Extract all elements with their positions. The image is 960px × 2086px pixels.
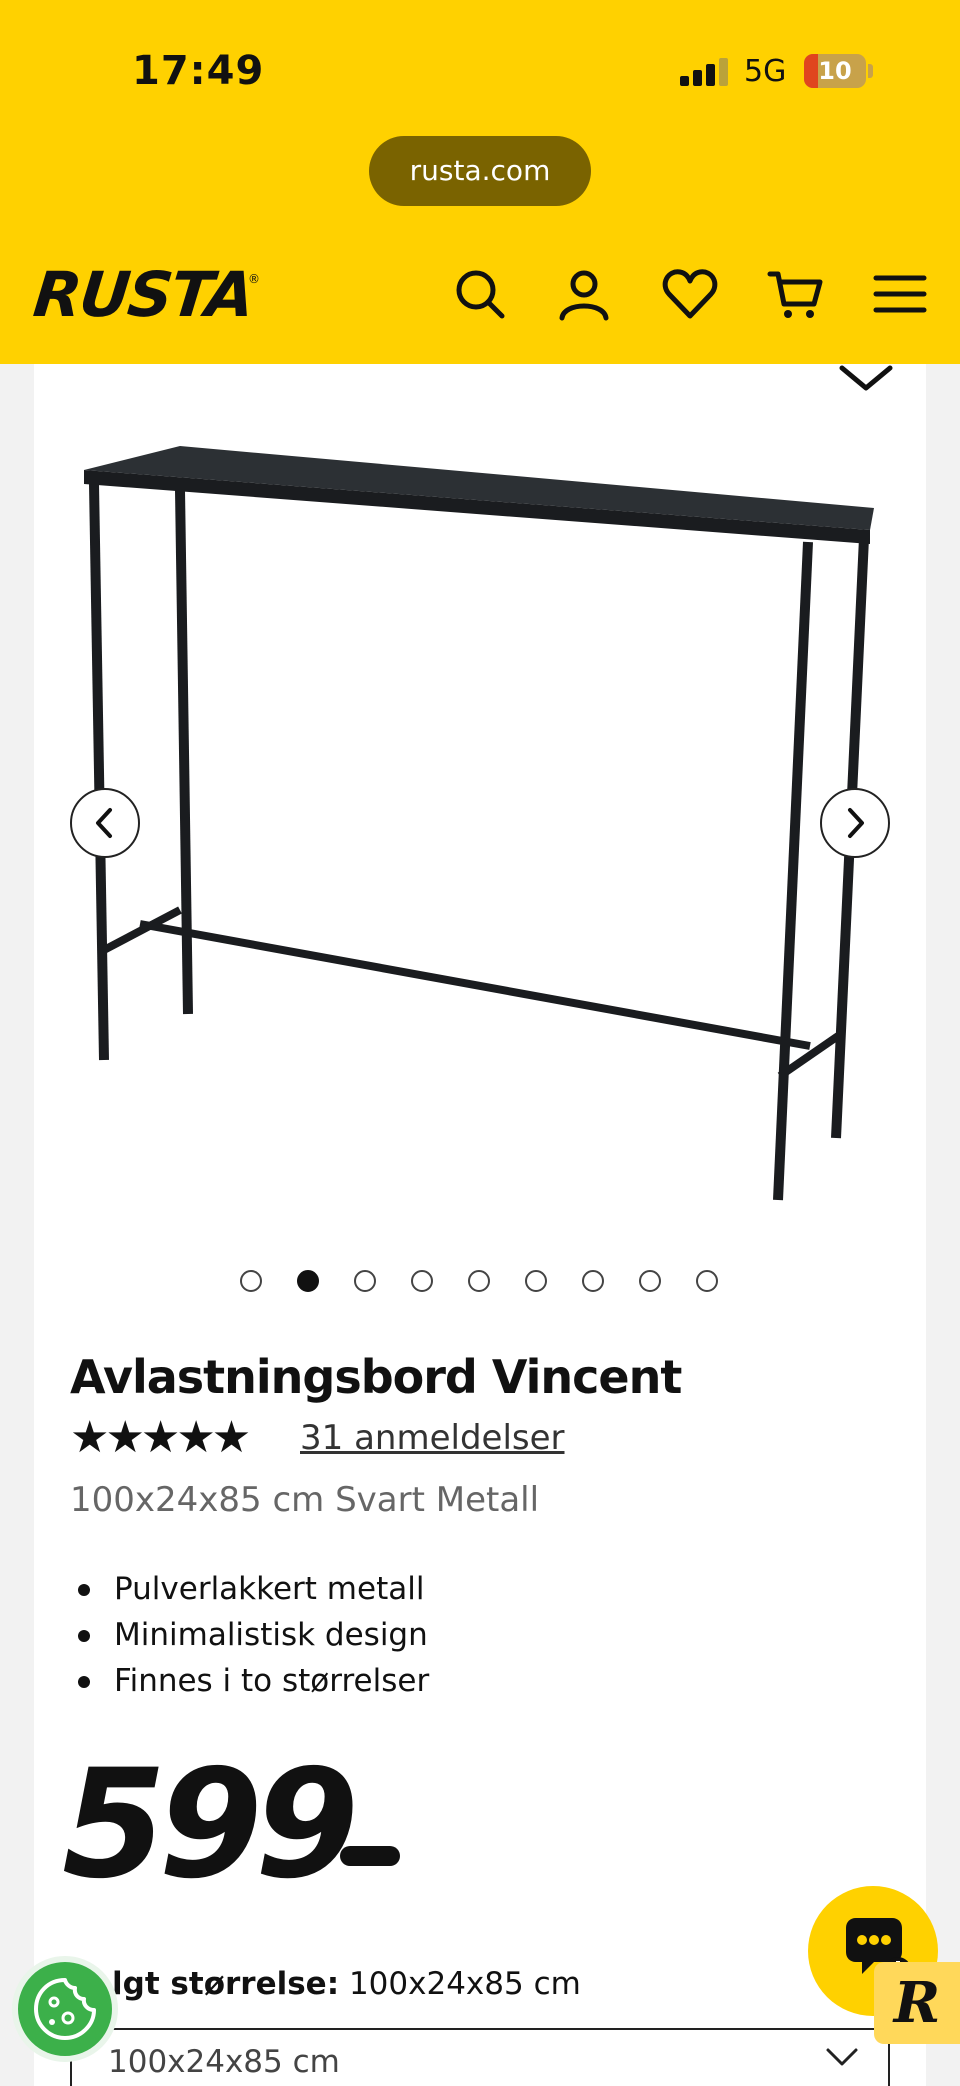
cart-icon[interactable] — [766, 264, 826, 324]
account-icon[interactable] — [554, 264, 614, 324]
gallery-dot-active[interactable] — [297, 1270, 319, 1292]
gallery-dot[interactable] — [468, 1270, 490, 1292]
assistant-badge[interactable]: R — [874, 1962, 960, 2044]
network-label: 5G — [744, 54, 787, 89]
feature-item: Finnes i to størrelser — [70, 1658, 670, 1704]
chevron-right-icon — [848, 808, 864, 838]
size-select-value: 100x24x85 cm — [108, 2044, 340, 2080]
status-time: 17:49 — [132, 48, 265, 94]
rating-stars: ★★★★★ — [70, 1412, 251, 1463]
product-image[interactable] — [80, 430, 890, 1220]
size-label-prefix: lgt størrelse: — [112, 1966, 340, 2002]
price-dash — [340, 1846, 400, 1866]
gallery-dot[interactable] — [582, 1270, 604, 1292]
gallery-dot[interactable] — [240, 1270, 262, 1292]
feature-list: Pulverlakkert metall Minimalistisk desig… — [70, 1566, 670, 1704]
size-label: lgt størrelse: 100x24x85 cm — [112, 1966, 581, 2002]
chevron-left-icon — [96, 808, 112, 838]
product-price: 599 — [62, 1738, 359, 1912]
feature-item: Pulverlakkert metall — [70, 1566, 670, 1612]
cookie-icon — [34, 1978, 96, 2040]
chevron-down-icon — [826, 2048, 858, 2066]
gallery-dot[interactable] — [639, 1270, 661, 1292]
chevron-down-icon[interactable] — [838, 364, 894, 394]
menu-icon[interactable] — [870, 264, 930, 324]
cookie-settings-button[interactable] — [12, 1956, 118, 2062]
rusta-logo[interactable]: RUSTA — [30, 258, 256, 331]
product-title: Avlastningsbord Vincent — [70, 1350, 682, 1404]
gallery-dot[interactable] — [411, 1270, 433, 1292]
console-table-illustration — [84, 446, 874, 1201]
previous-image-button[interactable] — [70, 788, 140, 858]
reviews-link[interactable]: 31 anmeldelser — [300, 1418, 565, 1458]
battery-tip — [868, 64, 873, 78]
next-image-button[interactable] — [820, 788, 890, 858]
feature-item: Minimalistisk design — [70, 1612, 670, 1658]
gallery-pagination — [240, 1270, 720, 1294]
product-variant: 100x24x85 cm Svart Metall — [70, 1480, 540, 1520]
search-icon[interactable] — [450, 264, 510, 324]
battery-icon: 10 — [804, 54, 866, 88]
gallery-dot[interactable] — [354, 1270, 376, 1292]
size-label-value: 100x24x85 cm — [339, 1966, 581, 2002]
gallery-dot[interactable] — [525, 1270, 547, 1292]
signal-icon — [680, 58, 730, 86]
battery-level: 10 — [818, 57, 852, 85]
heart-icon[interactable] — [660, 264, 720, 324]
url-bar[interactable]: rusta.com — [369, 136, 591, 206]
logo-registered-mark: ® — [248, 272, 260, 286]
size-select[interactable]: 100x24x85 cm — [70, 2028, 890, 2086]
gallery-dot[interactable] — [696, 1270, 718, 1292]
